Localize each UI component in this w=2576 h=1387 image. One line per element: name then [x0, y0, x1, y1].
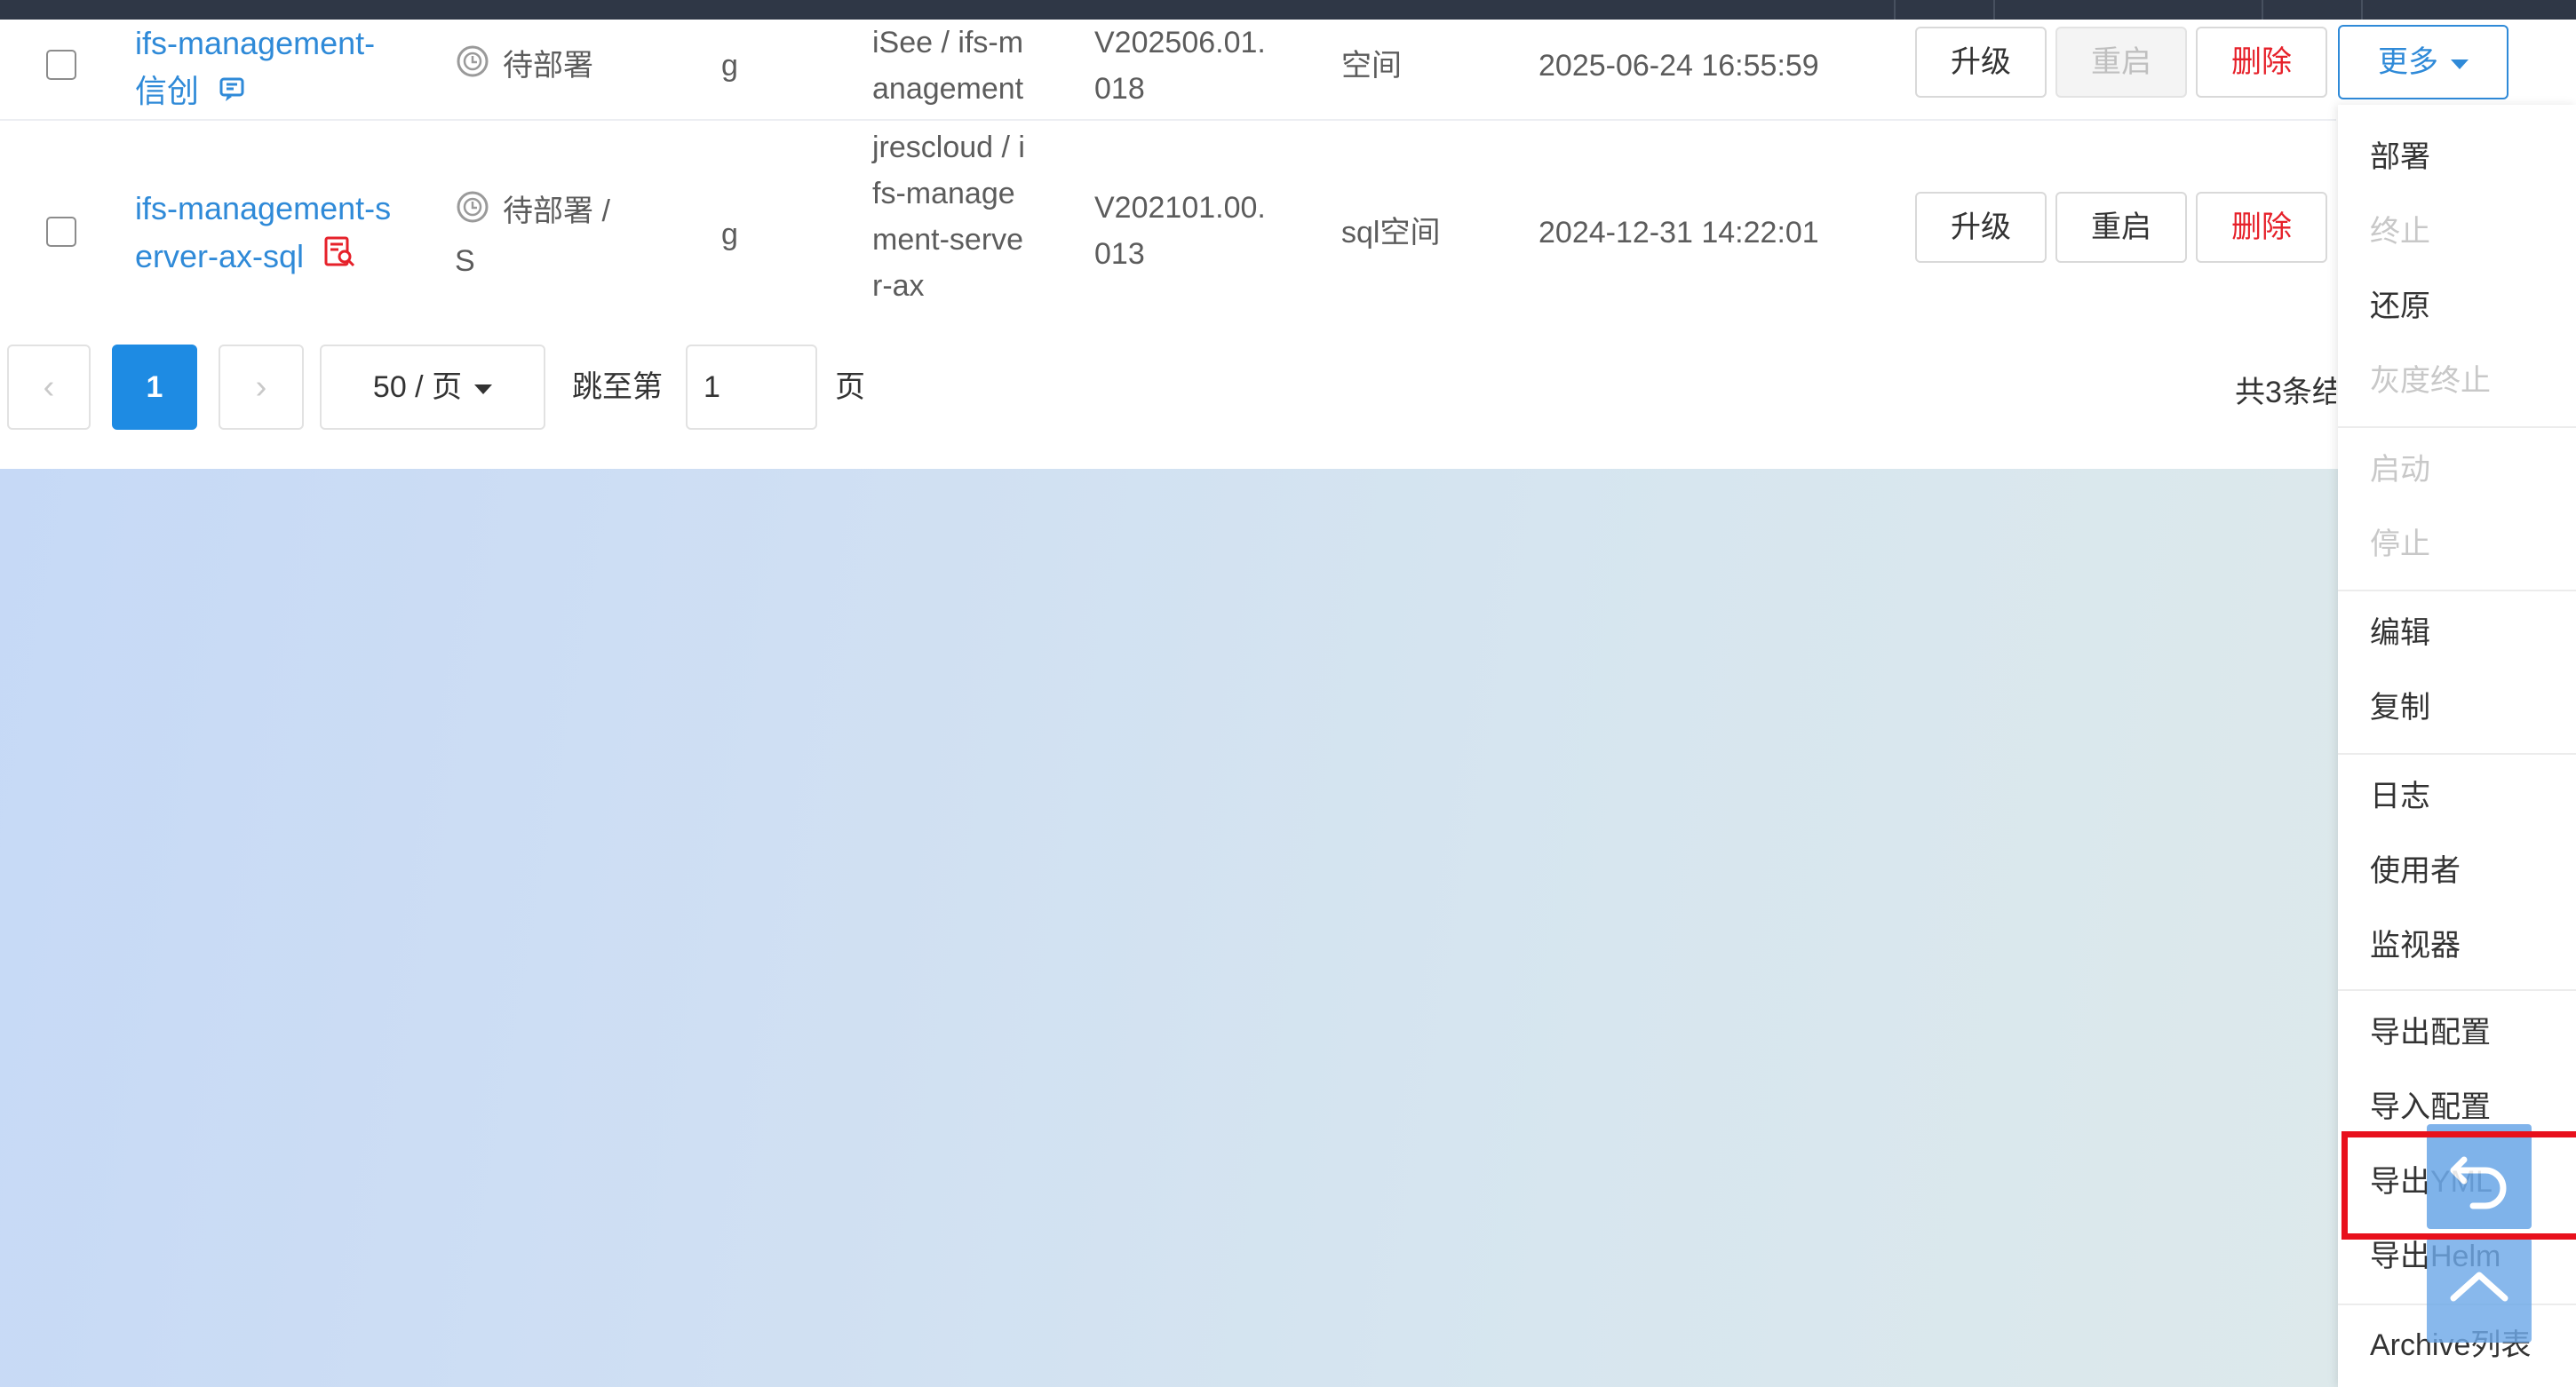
- menu-item-stop: 停止: [2370, 527, 2430, 561]
- menu-item-restore[interactable]: 还原: [2370, 284, 2430, 329]
- jump-label: 跳至第: [572, 370, 663, 404]
- menu-item-start: 启动: [2370, 453, 2430, 487]
- namespace-cell: 空间: [1341, 49, 1402, 83]
- row-checkbox[interactable]: [46, 217, 76, 247]
- chevron-up-icon: [2450, 1272, 2508, 1302]
- jump-page-input[interactable]: 1: [686, 345, 817, 430]
- page-background: [0, 469, 2576, 1387]
- table-header-strip: [0, 0, 2576, 20]
- cluster-cell: g: [721, 218, 738, 251]
- app-name[interactable]: ifs-management- 信创: [135, 20, 375, 117]
- menu-item-import-config[interactable]: 导入配置: [2370, 1085, 2491, 1129]
- more-button[interactable]: 更多: [2338, 25, 2508, 99]
- time-cell: 2025-06-24 16:55:59: [1538, 49, 1819, 83]
- page-size-select[interactable]: 50 / 页: [320, 345, 545, 430]
- back-to-top-button[interactable]: [2427, 1238, 2532, 1343]
- table-row: ifs-management-s erver-ax-sql 待部署 / S g …: [0, 121, 2336, 325]
- image-cell: jrescloud / i fs-manage ment-serve r-ax: [872, 131, 1025, 303]
- status-cell: 待部署 / S: [455, 188, 610, 284]
- delete-button[interactable]: 删除: [2196, 192, 2327, 263]
- clock-icon: [455, 44, 490, 92]
- caret-down-icon: [474, 384, 493, 394]
- restart-button[interactable]: 重启: [2055, 192, 2187, 263]
- image-cell: iSee / ifs-m anagement: [872, 26, 1024, 106]
- prev-page-button[interactable]: ‹: [7, 345, 91, 430]
- pagination: ‹ 1 › 50 / 页 跳至第 1 页 共3条结: [0, 304, 2336, 469]
- doc-check-icon: [219, 69, 247, 117]
- clock-icon: [455, 189, 490, 238]
- next-page-button[interactable]: ›: [219, 345, 304, 430]
- namespace-cell: sql空间: [1341, 216, 1441, 250]
- menu-item-copy[interactable]: 复制: [2370, 686, 2430, 730]
- menu-item-gray-terminate: 灰度终止: [2370, 364, 2491, 398]
- menu-item-users[interactable]: 使用者: [2370, 849, 2461, 893]
- caret-down-icon: [2451, 59, 2469, 69]
- app-name[interactable]: ifs-management-s erver-ax-sql: [135, 185, 391, 282]
- upgrade-button[interactable]: 升级: [1915, 27, 2047, 98]
- restart-button[interactable]: 重启: [2055, 27, 2187, 98]
- status-cell: 待部署: [455, 43, 593, 92]
- menu-item-monitor[interactable]: 监视器: [2370, 923, 2461, 968]
- total-count: 共3条结: [2235, 376, 2336, 409]
- version-cell: V202506.01. 018: [1094, 26, 1266, 106]
- upgrade-button[interactable]: 升级: [1915, 192, 2047, 263]
- version-cell: V202101.00. 013: [1094, 191, 1266, 271]
- menu-item-deploy[interactable]: 部署: [2370, 135, 2430, 179]
- menu-item-log[interactable]: 日志: [2370, 774, 2430, 819]
- time-cell: 2024-12-31 14:22:01: [1538, 216, 1819, 250]
- doc-search-icon: [323, 234, 357, 282]
- page-1-button[interactable]: 1: [112, 345, 197, 430]
- cluster-cell: g: [721, 49, 738, 83]
- menu-item-export-config[interactable]: 导出配置: [2370, 1011, 2491, 1055]
- page-suffix-label: 页: [835, 370, 865, 404]
- table-row: ifs-management- 信创 待部署 g iSee / ifs-m an…: [0, 20, 2508, 121]
- delete-button[interactable]: 删除: [2196, 27, 2327, 98]
- menu-item-edit[interactable]: 编辑: [2370, 611, 2430, 655]
- highlight-annotation: [2341, 1131, 2576, 1240]
- menu-item-terminate: 终止: [2370, 215, 2430, 249]
- row-checkbox[interactable]: [46, 50, 76, 80]
